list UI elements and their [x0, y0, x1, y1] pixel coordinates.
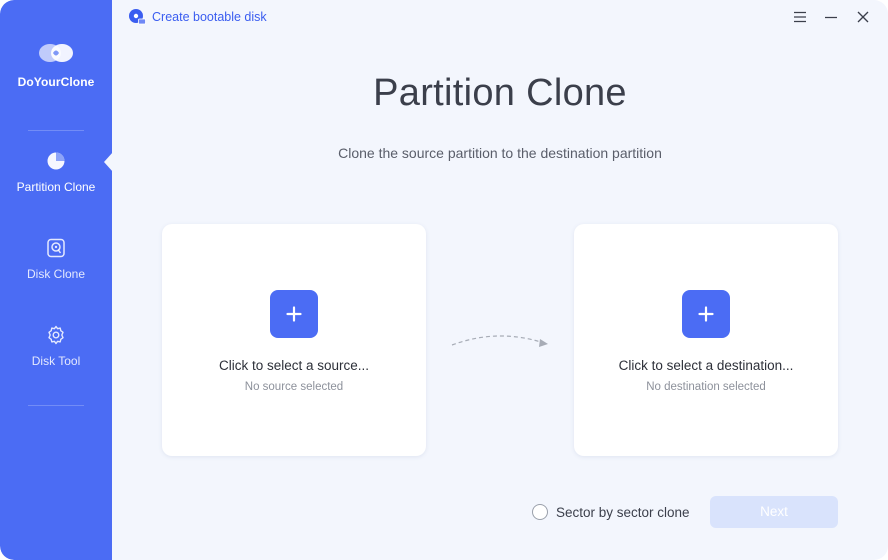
page-title: Partition Clone — [373, 72, 627, 114]
add-source-button[interactable] — [270, 290, 318, 338]
bootable-disk-label: Create bootable disk — [152, 10, 267, 24]
sidebar-item-disk-tool[interactable]: Disk Tool — [0, 324, 112, 394]
sidebar-item-partition-clone[interactable]: Partition Clone — [0, 150, 112, 220]
select-destination-card[interactable]: Click to select a destination... No dest… — [574, 224, 838, 456]
sidebar-item-disk-clone[interactable]: Disk Clone — [0, 237, 112, 307]
sidebar-item-label: Partition Clone — [16, 180, 96, 194]
logo-icon — [39, 44, 73, 62]
sidebar: DoYourClone Partition Clone Disk Clone D… — [0, 0, 112, 560]
divider — [28, 405, 84, 406]
select-source-card[interactable]: Click to select a source... No source se… — [162, 224, 426, 456]
page-subtitle: Clone the source partition to the destin… — [338, 145, 662, 161]
minimize-icon — [825, 16, 837, 19]
sector-by-sector-option[interactable]: Sector by sector clone — [532, 503, 690, 521]
pie-chart-icon — [47, 152, 65, 170]
destination-title: Click to select a destination... — [618, 358, 794, 373]
sidebar-item-label: Disk Clone — [26, 267, 86, 281]
create-bootable-disk-button[interactable]: Create bootable disk — [128, 7, 267, 27]
source-title: Click to select a source... — [218, 358, 370, 373]
logo: DoYourClone — [0, 40, 112, 89]
disk-icon — [47, 238, 65, 258]
bootable-disk-icon — [129, 9, 146, 25]
close-button[interactable] — [854, 8, 872, 26]
dashed-arrow-icon — [451, 335, 548, 347]
sector-radio[interactable] — [532, 504, 548, 520]
add-destination-button[interactable] — [682, 290, 730, 338]
divider — [28, 130, 84, 131]
plus-icon — [698, 306, 714, 322]
sector-label: Sector by sector clone — [556, 504, 690, 520]
app-name: DoYourClone — [17, 75, 95, 89]
minimize-button[interactable] — [822, 8, 840, 26]
menu-icon — [794, 11, 806, 23]
next-button[interactable]: Next — [710, 496, 838, 528]
plus-icon — [286, 306, 302, 322]
destination-status: No destination selected — [646, 381, 766, 393]
source-status: No source selected — [244, 381, 344, 393]
app-window: DoYourClone Partition Clone Disk Clone D… — [0, 0, 888, 560]
close-icon — [857, 11, 869, 23]
sidebar-item-label: Disk Tool — [31, 354, 81, 368]
menu-button[interactable] — [791, 8, 809, 26]
gear-icon — [48, 325, 64, 345]
